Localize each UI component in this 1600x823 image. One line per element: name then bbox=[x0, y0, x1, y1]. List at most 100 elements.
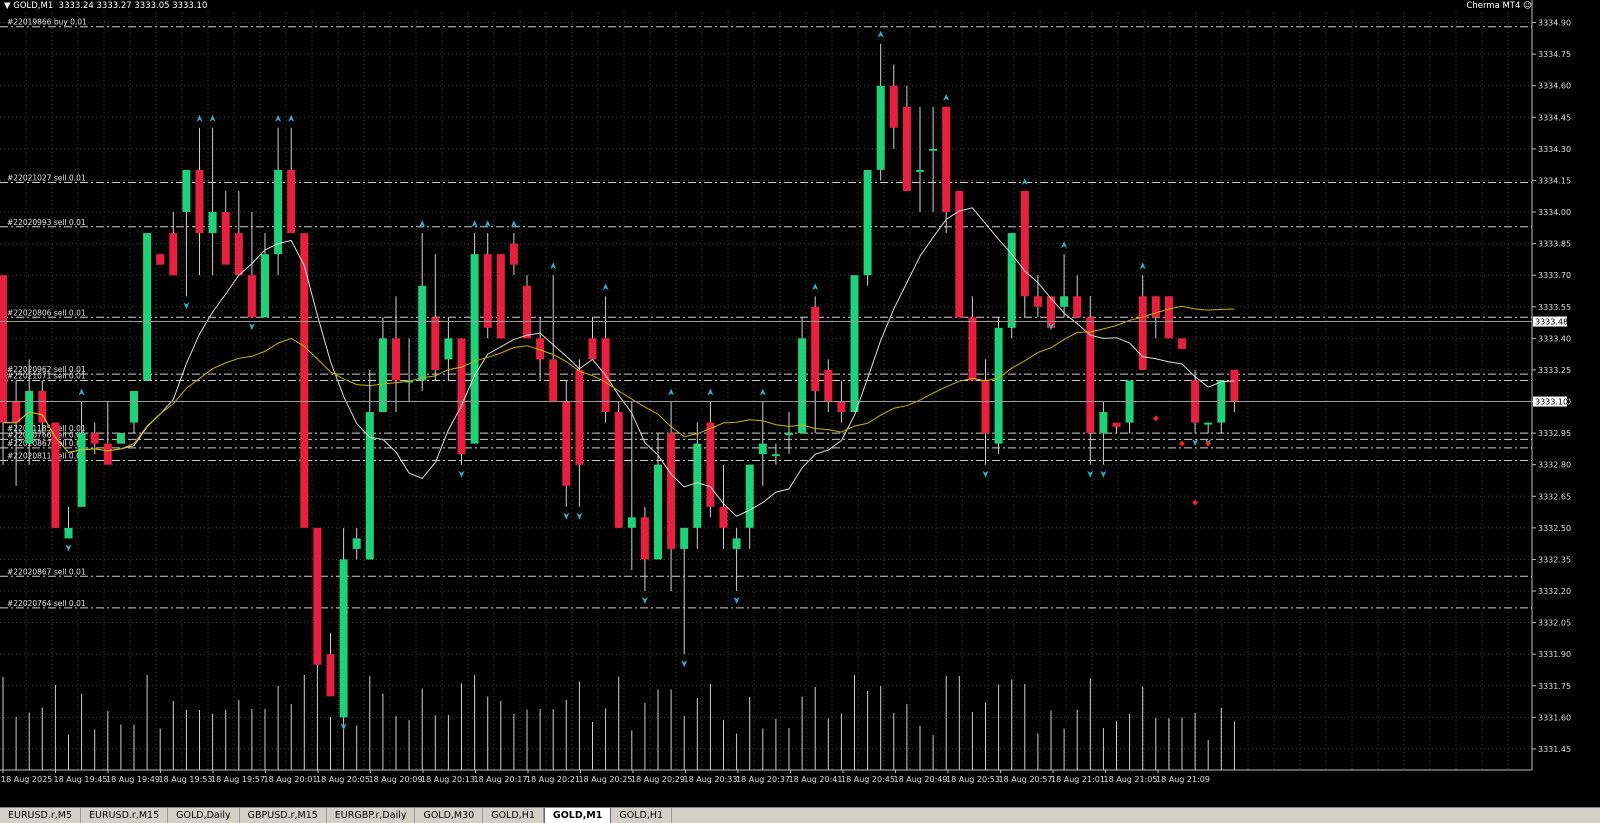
candle-bullish bbox=[627, 517, 636, 528]
candle-bearish bbox=[38, 391, 47, 423]
time-label: 18 Aug 19:45 bbox=[54, 775, 108, 784]
time-label: 18 Aug 20:41 bbox=[789, 775, 843, 784]
price-label: 3334.30 bbox=[1538, 145, 1571, 154]
chart-tab[interactable]: EURUSD.r,M5 bbox=[0, 808, 82, 823]
time-label: 18 Aug 20:33 bbox=[684, 775, 738, 784]
candle-bearish bbox=[103, 443, 112, 465]
candle-bearish bbox=[1164, 296, 1173, 339]
chart-tab[interactable]: GOLD,M1 bbox=[543, 808, 612, 823]
fractal-down-arrow-icon bbox=[576, 512, 583, 520]
candle-bullish bbox=[1060, 296, 1069, 307]
fractal-down-arrow-icon bbox=[458, 470, 465, 478]
candle-bullish bbox=[929, 148, 938, 151]
chart-tab[interactable]: EURUSD.r,M15 bbox=[81, 808, 169, 823]
price-label: 3334.45 bbox=[1538, 113, 1571, 122]
fractal-up-arrow-icon bbox=[668, 388, 675, 396]
candle-bearish bbox=[12, 401, 21, 423]
chart-tab[interactable]: EURGBP.r,Daily bbox=[327, 808, 416, 823]
time-label: 18 Aug 20:09 bbox=[369, 775, 423, 784]
fractal-up-arrow-icon bbox=[707, 388, 714, 396]
order-line-label: #22021027 sell 0.01 bbox=[7, 174, 86, 183]
price-label: 3334.60 bbox=[1538, 82, 1571, 91]
price-label: 3334.15 bbox=[1538, 176, 1571, 185]
candle-bullish bbox=[130, 391, 138, 423]
price-label: 3333.55 bbox=[1538, 303, 1571, 312]
chart-tab[interactable]: GOLD,H1 bbox=[611, 808, 673, 823]
chart-header: ▼ GOLD,M1 3333.24 3333.27 3333.05 3333.1… bbox=[4, 1, 207, 11]
candle-bearish bbox=[1073, 296, 1082, 318]
time-label: 18 Aug 20:17 bbox=[474, 775, 528, 784]
price-label: 3333.70 bbox=[1538, 271, 1571, 280]
price-label: 3332.50 bbox=[1538, 524, 1571, 533]
chart-tab[interactable]: GOLD,M30 bbox=[415, 808, 484, 823]
chart-tab[interactable]: GOLD,H1 bbox=[483, 808, 544, 823]
time-label: 18 Aug 19:49 bbox=[106, 775, 160, 784]
candle-bearish bbox=[1033, 296, 1042, 307]
fractal-up-arrow-icon bbox=[288, 114, 295, 122]
candle-bullish bbox=[1099, 412, 1108, 434]
candle-bullish bbox=[143, 233, 152, 381]
current-price-label: 3333.48 bbox=[1535, 318, 1568, 327]
candle-bearish bbox=[509, 243, 518, 265]
current-price-label: 3333.10 bbox=[1535, 398, 1568, 407]
candle-bullish bbox=[850, 275, 859, 413]
price-label: 3332.80 bbox=[1538, 461, 1571, 470]
order-line-label: #22020993 sell 0.01 bbox=[7, 218, 86, 227]
price-chart[interactable]: 3334.90 3334.75 3334.60 3334.45 3334.30 3334.… bbox=[0, 0, 1600, 807]
candle-bullish bbox=[693, 443, 702, 528]
candle-bearish bbox=[90, 433, 99, 444]
price-label: 3331.60 bbox=[1538, 713, 1571, 722]
price-label: 3332.20 bbox=[1538, 587, 1571, 596]
candle-bearish bbox=[523, 285, 531, 339]
fractal-up-arrow-icon bbox=[419, 220, 426, 228]
chart-tab[interactable]: GBPUSD.r,M15 bbox=[240, 808, 327, 823]
candle-bearish bbox=[234, 233, 243, 276]
order-line-label: #22020806 sell 0.01 bbox=[7, 308, 86, 317]
fractal-up-arrow-icon bbox=[759, 388, 766, 396]
candle-bearish bbox=[496, 254, 505, 339]
candle-bullish bbox=[64, 527, 73, 539]
candle-bearish bbox=[326, 654, 335, 697]
candle-bullish bbox=[758, 443, 767, 455]
price-label: 3331.75 bbox=[1538, 682, 1571, 691]
time-label: 18 Aug 20:45 bbox=[841, 775, 895, 784]
order-line-label: #22020867 sell 0.01 bbox=[7, 439, 86, 448]
candle-bullish bbox=[1007, 233, 1016, 328]
time-label: 18 Aug 20:29 bbox=[631, 775, 685, 784]
fractal-down-arrow-icon bbox=[681, 660, 688, 668]
candle-bullish bbox=[916, 169, 924, 172]
candle-bearish bbox=[549, 359, 558, 402]
candle-bullish bbox=[680, 527, 689, 549]
candle-bullish bbox=[785, 433, 793, 436]
order-marker-icon bbox=[1152, 415, 1159, 422]
candle-bullish bbox=[732, 538, 741, 549]
time-label: 18 Aug 20:05 bbox=[316, 775, 370, 784]
candle-bearish bbox=[588, 338, 597, 360]
candle-bullish bbox=[745, 464, 754, 528]
fractal-up-arrow-icon bbox=[877, 30, 884, 38]
time-label: 18 Aug 20:49 bbox=[894, 775, 948, 784]
chart-tab-bar: EURUSD.r,M5 EURUSD.r,M15 GOLD,Daily GBPUSD.… bbox=[0, 807, 1600, 823]
fractal-down-arrow-icon bbox=[65, 544, 72, 552]
candle-bearish bbox=[824, 369, 833, 402]
header-triangle-icon: ▼ bbox=[4, 1, 11, 11]
time-label: 18 Aug 21:05 bbox=[1104, 775, 1158, 784]
time-label: 18 Aug 20:21 bbox=[526, 775, 580, 784]
candle-bearish bbox=[1230, 369, 1239, 402]
order-marker-icon bbox=[1179, 440, 1185, 447]
fractal-down-arrow-icon bbox=[733, 597, 740, 605]
candle-bearish bbox=[287, 169, 296, 234]
fractal-up-arrow-icon bbox=[471, 220, 478, 228]
candle-bullish bbox=[863, 169, 872, 276]
candle-bearish bbox=[706, 422, 715, 507]
time-label: 18 Aug 20:13 bbox=[421, 775, 475, 784]
candle-bearish bbox=[968, 317, 977, 381]
candle-bearish bbox=[614, 412, 623, 528]
chart-tab[interactable]: GOLD,Daily bbox=[168, 808, 240, 823]
symbol-label: GOLD,M1 bbox=[13, 1, 54, 11]
price-label: 3333.85 bbox=[1538, 240, 1571, 249]
candle-bullish bbox=[182, 169, 191, 213]
candle-bearish bbox=[457, 338, 466, 455]
candle-bearish bbox=[483, 254, 492, 328]
candle-bearish bbox=[1178, 338, 1186, 349]
